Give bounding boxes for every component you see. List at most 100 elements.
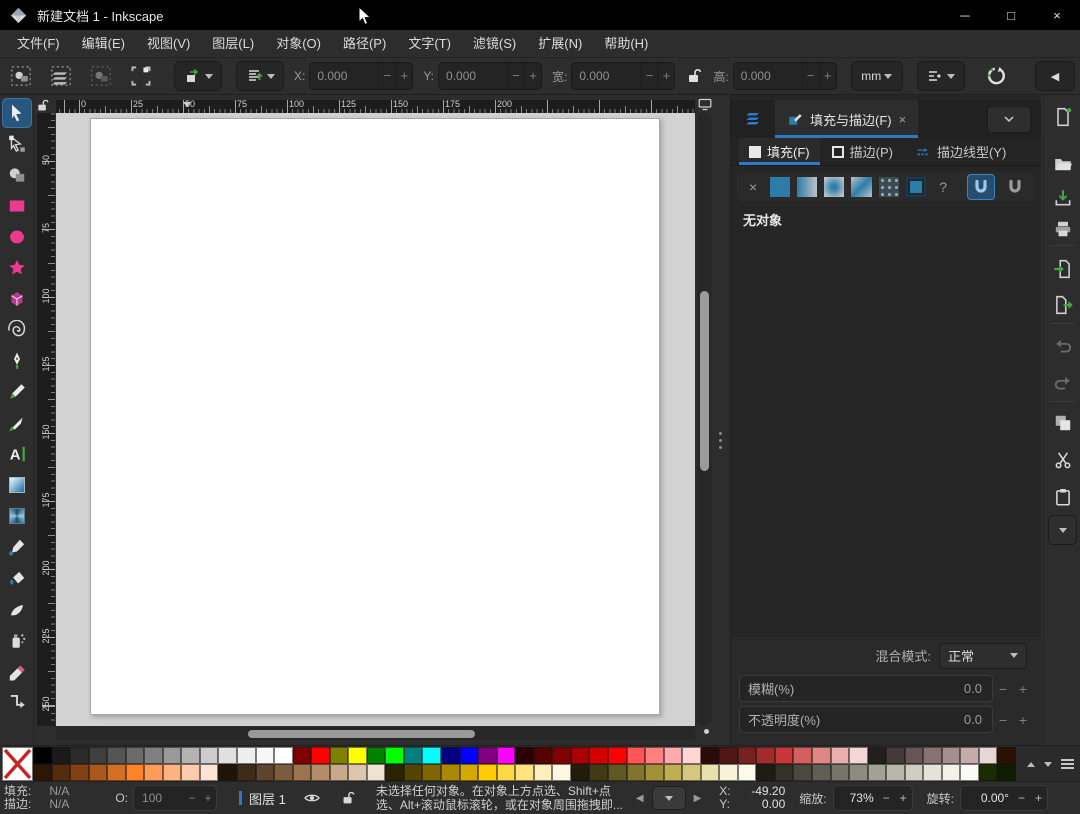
color-swatch[interactable]	[51, 764, 71, 781]
tool-node-editor[interactable]	[2, 129, 32, 159]
color-swatch[interactable]	[886, 747, 905, 764]
tab-fill-and-stroke[interactable]: 填充与描边(F) ×	[775, 100, 919, 138]
color-swatch[interactable]	[88, 747, 108, 764]
color-swatch[interactable]	[144, 747, 163, 764]
color-swatch[interactable]	[366, 747, 386, 764]
color-swatch[interactable]	[478, 764, 497, 781]
color-swatch[interactable]	[886, 764, 905, 781]
color-swatch[interactable]	[552, 747, 571, 764]
color-swatch[interactable]	[348, 747, 367, 764]
paint-radial-gradient-button[interactable]	[824, 177, 845, 197]
tool-rectangle[interactable]	[2, 191, 32, 221]
menu-item-9[interactable]: 帮助(H)	[593, 30, 659, 58]
color-swatch[interactable]	[403, 747, 423, 764]
tool-dropper[interactable]	[2, 532, 32, 562]
color-swatch[interactable]	[682, 747, 701, 764]
color-swatch[interactable]	[682, 764, 701, 781]
rotation-input[interactable]: 0.00° − +	[959, 785, 1048, 811]
canvas-viewport[interactable]	[56, 113, 695, 726]
color-swatch[interactable]	[366, 764, 386, 781]
height-decrement[interactable]: −	[801, 63, 819, 89]
color-swatch[interactable]	[125, 747, 145, 764]
import-button[interactable]	[1051, 257, 1075, 281]
color-swatch[interactable]	[626, 764, 646, 781]
tool-ellipse[interactable]	[2, 222, 32, 252]
zoom-decrement[interactable]: −	[878, 791, 895, 805]
color-swatch[interactable]	[774, 764, 794, 781]
open-document-button[interactable]	[1051, 152, 1075, 176]
save-document-button[interactable]	[1051, 186, 1075, 210]
zoom-increment[interactable]: +	[895, 791, 912, 805]
width-input[interactable]: 0.000 − +	[571, 62, 676, 90]
color-swatch[interactable]	[459, 764, 479, 781]
menu-item-6[interactable]: 文字(T)	[397, 30, 462, 58]
color-swatch[interactable]	[867, 747, 887, 764]
color-swatch[interactable]	[570, 747, 590, 764]
zoom-input[interactable]: 73% − +	[832, 785, 913, 811]
rotation-increment[interactable]: +	[1030, 791, 1047, 805]
color-swatch[interactable]	[960, 747, 979, 764]
color-swatch[interactable]	[125, 764, 145, 781]
color-swatch[interactable]	[237, 747, 256, 764]
tool-mesh-gradient[interactable]	[2, 501, 32, 531]
layers-dialog-icon[interactable]	[731, 102, 775, 136]
rotation-decrement[interactable]: −	[1013, 791, 1030, 805]
fill-rule-evenodd-button[interactable]	[1002, 174, 1029, 200]
tool-star[interactable]	[2, 253, 32, 283]
maximize-button[interactable]: □	[988, 0, 1034, 30]
color-swatch[interactable]	[348, 764, 367, 781]
select-all-button[interactable]	[8, 63, 34, 89]
select-all-layers-button[interactable]	[48, 63, 74, 89]
redo-button[interactable]	[1051, 371, 1075, 395]
current-layer-selector[interactable]: 图层 1	[249, 789, 286, 808]
menu-item-3[interactable]: 图层(L)	[201, 30, 265, 58]
horizontal-ruler[interactable]: 0 25 50 75 100 125 150 175 200	[56, 99, 695, 113]
tool-box-3d[interactable]	[2, 284, 32, 314]
color-swatch[interactable]	[441, 764, 460, 781]
color-swatch[interactable]	[33, 747, 52, 764]
tool-connector[interactable]	[2, 687, 32, 717]
color-swatch[interactable]	[830, 747, 850, 764]
menu-item-8[interactable]: 扩展(N)	[527, 30, 593, 58]
blur-increment[interactable]: +	[1013, 681, 1033, 697]
color-swatch[interactable]	[515, 747, 534, 764]
color-swatch[interactable]	[923, 764, 942, 781]
color-swatch[interactable]	[978, 747, 998, 764]
color-swatch[interactable]	[422, 747, 442, 764]
paint-pattern-button[interactable]	[878, 177, 899, 197]
color-swatch[interactable]	[255, 764, 275, 781]
horizontal-scrollbar-thumb[interactable]	[248, 730, 475, 738]
color-swatch[interactable]	[533, 747, 553, 764]
tool-calligraphy[interactable]	[2, 408, 32, 438]
color-swatch[interactable]	[70, 764, 89, 781]
guide-lock-icon[interactable]	[35, 98, 50, 113]
close-button[interactable]: ×	[1034, 0, 1080, 30]
unit-dropdown[interactable]: mm	[850, 61, 903, 91]
color-swatch[interactable]	[997, 747, 1016, 764]
color-swatch[interactable]	[756, 764, 775, 781]
color-swatch[interactable]	[737, 747, 757, 764]
tab-stroke-paint[interactable]: 描边(P)	[822, 138, 903, 165]
raise-lower-dropdown[interactable]	[236, 61, 284, 91]
paint-swatch-button[interactable]	[905, 177, 927, 197]
menu-item-7[interactable]: 滤镜(S)	[462, 30, 527, 58]
color-swatch[interactable]	[570, 764, 590, 781]
export-button[interactable]	[1051, 293, 1075, 317]
x-decrement[interactable]: −	[378, 63, 395, 89]
color-swatch[interactable]	[960, 764, 979, 781]
color-swatch[interactable]	[237, 764, 256, 781]
minimize-button[interactable]: ─	[942, 0, 988, 30]
blend-mode-dropdown[interactable]: 正常	[939, 642, 1027, 669]
tool-pencil[interactable]	[2, 377, 32, 407]
layer-lock-icon[interactable]	[340, 790, 356, 806]
width-decrement[interactable]: −	[640, 63, 657, 89]
color-swatch[interactable]	[700, 764, 720, 781]
new-document-button[interactable]	[1051, 105, 1075, 129]
color-swatch[interactable]	[385, 747, 404, 764]
tool-selector[interactable]	[1, 98, 32, 128]
color-swatch[interactable]	[700, 747, 720, 764]
menu-item-0[interactable]: 文件(F)	[6, 30, 71, 58]
opacity-increment[interactable]: +	[1013, 712, 1033, 728]
color-swatch[interactable]	[385, 764, 404, 781]
menu-item-1[interactable]: 编辑(E)	[71, 30, 136, 58]
